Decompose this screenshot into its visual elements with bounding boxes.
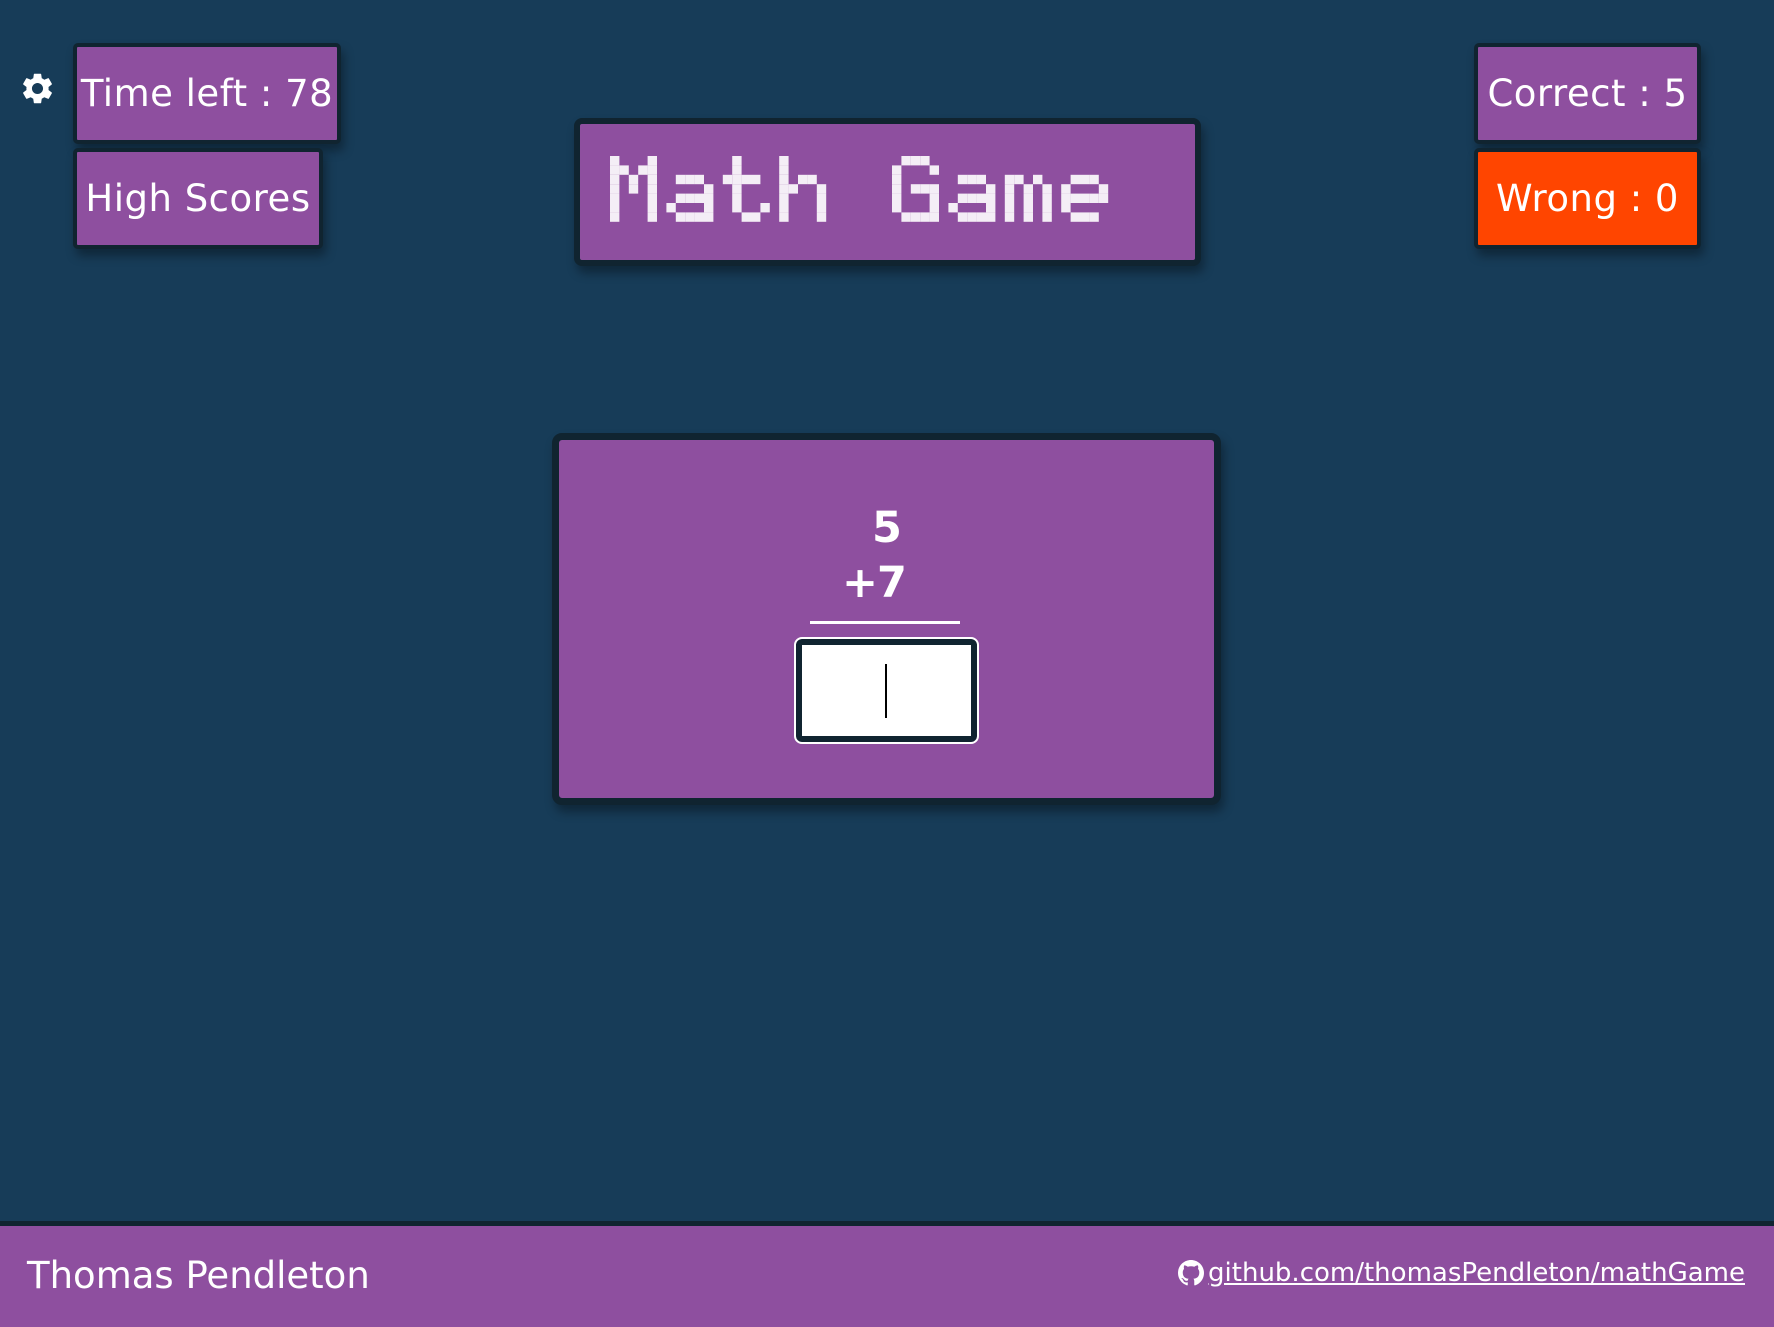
correct-count-display: Correct : 5	[1474, 43, 1701, 144]
time-left-display: Time left : 78	[73, 43, 341, 144]
answer-divider	[810, 621, 960, 624]
text-cursor	[885, 664, 887, 718]
operator-sign: +	[842, 558, 879, 608]
correct-count-label: Correct : 5	[1487, 72, 1688, 115]
gear-icon[interactable]	[19, 70, 56, 107]
high-scores-label: High Scores	[85, 177, 311, 220]
operand-b: 7	[877, 558, 907, 608]
time-left-label: Time left : 78	[80, 72, 334, 115]
title-banner	[574, 118, 1201, 266]
high-scores-button[interactable]: High Scores	[73, 148, 323, 249]
footer: Thomas Pendleton github.com/thomasPendle…	[0, 1221, 1774, 1327]
wrong-count-display: Wrong : 0	[1474, 148, 1701, 249]
github-icon	[1178, 1260, 1205, 1286]
operand-a: 5	[872, 503, 902, 553]
wrong-count-label: Wrong : 0	[1496, 177, 1679, 220]
github-repo-link[interactable]: github.com/thomasPendleton/mathGame	[1178, 1258, 1745, 1288]
page-title-logo	[610, 156, 1109, 222]
game-board: 5 + 7	[552, 433, 1221, 805]
author-name: Thomas Pendleton	[27, 1254, 370, 1297]
github-repo-text: github.com/thomasPendleton/mathGame	[1208, 1258, 1745, 1288]
